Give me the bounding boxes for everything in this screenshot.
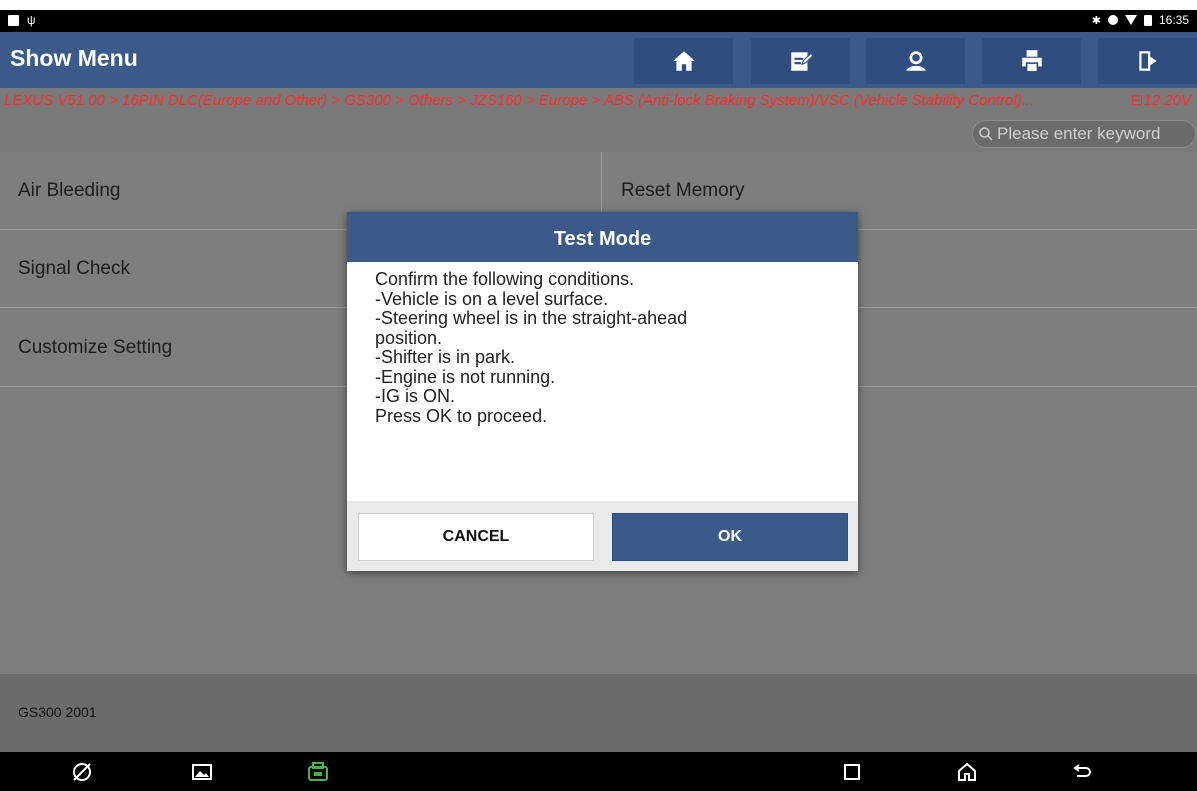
breadcrumb: LEXUS V51.00 > 16PIN DLC(Europe and Othe…	[0, 88, 1197, 114]
recent-apps-icon[interactable]	[840, 760, 864, 784]
dialog-line: Confirm the following conditions.	[375, 269, 635, 289]
ok-button[interactable]: OK	[612, 513, 848, 561]
test-mode-dialog: Test Mode Confirm the following conditio…	[347, 212, 858, 571]
exit-button[interactable]	[1098, 38, 1197, 84]
back-icon[interactable]	[1070, 760, 1094, 784]
edit-button[interactable]	[751, 38, 850, 84]
dialog-line: -Engine is not running.	[375, 366, 556, 387]
search-box[interactable]	[972, 120, 1196, 148]
app-header: Show Menu	[0, 32, 1197, 88]
battery-icon	[1143, 14, 1152, 26]
print-button[interactable]	[982, 38, 1081, 84]
bluetooth-icon: ✱	[1091, 14, 1101, 27]
dialog-line: Press OK to proceed.	[375, 405, 548, 426]
search-input[interactable]	[995, 123, 1194, 145]
edit-icon	[790, 52, 814, 71]
dialog-line: -IG is ON.	[375, 386, 455, 406]
gallery-icon[interactable]	[190, 760, 214, 784]
dialog-line: -Vehicle is on a level surface.	[375, 288, 609, 309]
vci-icon[interactable]	[306, 760, 330, 784]
breadcrumb-text: LEXUS V51.00 > 16PIN DLC(Europe and Othe…	[4, 92, 1035, 109]
status-bar: ψ ✱ 16:35	[0, 10, 1197, 32]
home-button[interactable]	[634, 38, 733, 84]
do-not-disturb-icon	[1107, 15, 1118, 25]
home-icon	[672, 51, 695, 71]
vehicle-info: GS300 2001	[18, 704, 97, 720]
screen: ψ ✱ 16:35 Show Menu LEXUS V51.00 > 16PIN…	[0, 0, 1197, 791]
user-button[interactable]	[866, 38, 965, 84]
search-icon	[979, 127, 993, 141]
exit-icon	[1138, 51, 1157, 71]
browser-icon[interactable]	[70, 760, 94, 784]
usb-icon: ψ	[27, 13, 36, 27]
cancel-button[interactable]: CANCEL	[358, 513, 594, 561]
notification-image-icon	[8, 14, 19, 26]
car-battery-icon: ⊟	[1130, 92, 1144, 109]
dialog-buttons: CANCEL OK	[347, 501, 858, 571]
battery-voltage: ⊟12.20V	[1130, 92, 1191, 109]
dialog-title: Test Mode	[347, 212, 858, 262]
print-icon	[1021, 50, 1042, 73]
dialog-line: position.	[375, 327, 443, 348]
dialog-line: -Steering wheel is in the straight-ahead	[375, 308, 688, 328]
home-nav-icon[interactable]	[955, 760, 979, 784]
navigation-bar	[0, 752, 1197, 791]
dialog-line: -Shifter is in park.	[375, 347, 516, 367]
dialog-message: Confirm the following conditions. -Vehic…	[375, 269, 835, 426]
clock: 16:35	[1158, 13, 1189, 27]
vehicle-footer: GS300 2001	[0, 674, 1197, 752]
page-title: Show Menu	[10, 45, 138, 71]
search-row	[0, 114, 1197, 152]
user-icon	[905, 51, 926, 71]
wifi-icon	[1124, 15, 1137, 25]
